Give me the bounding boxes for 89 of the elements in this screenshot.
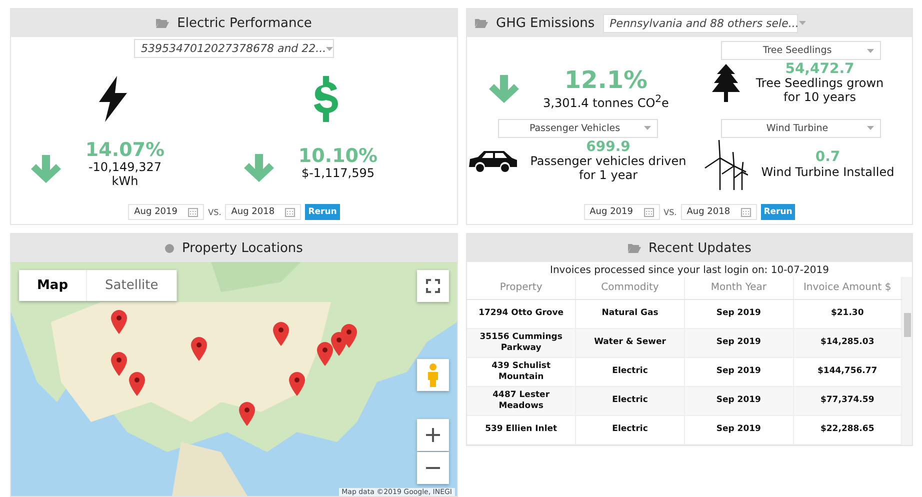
vs-label: VS. — [208, 208, 222, 216]
calendar-icon — [285, 208, 296, 216]
column-header: Property — [467, 277, 576, 299]
caret-icon — [866, 48, 874, 52]
table-cell: Sep 2019 — [684, 386, 794, 415]
vs-label: VS. — [664, 208, 677, 216]
calendar-icon — [740, 208, 751, 216]
minus-icon — [426, 467, 440, 469]
metric-value: $-1,117,595 — [300, 166, 376, 180]
date-field[interactable]: Aug 2019 — [128, 204, 204, 220]
map-type-tab[interactable]: Map — [19, 270, 88, 301]
person-icon — [427, 363, 439, 387]
map-pin-icon[interactable] — [273, 322, 289, 346]
equivalent-caption: Tree Seedlings grown for 10 years — [754, 77, 885, 105]
table-cell: Sep 2019 — [684, 357, 794, 386]
table-cell: Natural Gas — [576, 299, 684, 328]
table-cell: $14,285.03 — [793, 328, 902, 357]
table-cell: 539 Ellien Inlet — [467, 415, 576, 444]
folder-icon — [628, 243, 641, 253]
calendar-icon — [188, 208, 198, 216]
equivalent-caption: Passenger vehicles driven for 1 year — [529, 155, 688, 183]
table-cell: Electric — [576, 386, 684, 415]
table-cell: Electric — [576, 415, 684, 444]
dollar-icon — [312, 76, 338, 122]
map-pin-icon[interactable] — [111, 352, 127, 376]
property-select[interactable]: 5395347012027378678 and 22... — [134, 39, 334, 58]
table-cell: $21.30 — [793, 299, 902, 328]
table-cell: $144,756.77 — [793, 357, 902, 386]
percent-change: 12.1% — [564, 67, 648, 94]
map-pin-icon[interactable] — [239, 402, 255, 426]
down-arrow-icon — [489, 74, 519, 103]
down-arrow-icon — [244, 154, 274, 182]
table-cell: Sep 2019 — [684, 415, 794, 444]
folder-icon — [156, 18, 170, 28]
table-cell: 35156 Cummings Parkway — [467, 328, 576, 357]
table-cell: Water & Sewer — [576, 328, 684, 357]
panel-title: Electric Performance — [177, 16, 312, 30]
equivalent-select[interactable]: Tree Seedlings — [720, 41, 881, 60]
panel-title: Recent Updates — [648, 240, 752, 256]
column-header: Invoice Amount $ — [793, 277, 902, 299]
calendar-icon — [644, 208, 654, 216]
percent-change: 14.07% — [85, 140, 165, 161]
wind-turbine-icon — [704, 140, 748, 190]
date-field[interactable]: Aug 2018 — [225, 204, 302, 220]
equivalent-select[interactable]: Passenger Vehicles — [498, 118, 658, 138]
updates-subtitle: Invoices processed since your last login on: 10-07-2019 — [549, 264, 830, 277]
metric-value: -10,149,327 kWh — [87, 160, 163, 188]
map-pin-icon[interactable] — [129, 372, 145, 396]
table-cell: $22,288.65 — [793, 415, 902, 444]
emissions-value: 3,301.4 tonnes CO$^{2}$e — [543, 94, 669, 111]
date-field[interactable]: Aug 2019 — [584, 204, 660, 220]
table-cell: Sep 2019 — [684, 299, 794, 328]
fullscreen-button[interactable] — [417, 270, 449, 302]
zoom-out-button[interactable] — [417, 452, 449, 484]
equivalent-value: 699.9 — [586, 140, 630, 156]
caret-icon — [866, 126, 874, 130]
equivalent-value: 54,472.7 — [785, 62, 854, 78]
map-pin-icon[interactable] — [289, 372, 305, 396]
table-cell: 4487 Lester Meadows — [467, 386, 576, 415]
column-header: Month Year — [684, 277, 794, 299]
scrollbar[interactable] — [902, 277, 912, 444]
map-pin-icon[interactable] — [111, 310, 127, 334]
zoom-in-button[interactable] — [417, 419, 449, 451]
lightning-icon — [96, 76, 128, 122]
table-cell: Electric — [576, 357, 684, 386]
table-cell: 439 Schulist Mountain — [467, 357, 576, 386]
percent-change: 10.10% — [298, 146, 378, 167]
column-header: Commodity — [576, 277, 684, 299]
map-type-tab[interactable]: Satellite — [87, 270, 178, 301]
caret-icon — [326, 46, 334, 50]
table-cell: $77,374.59 — [793, 386, 902, 415]
tree-icon — [712, 64, 740, 102]
date-field[interactable]: Aug 2018 — [680, 204, 757, 220]
table-cell: 17294 Otto Grove — [467, 299, 576, 328]
table-cell: Sep 2019 — [684, 328, 794, 357]
folder-icon — [475, 18, 488, 28]
plus-icon — [426, 428, 440, 442]
map-pin-icon[interactable] — [317, 342, 333, 366]
panel-title: GHG Emissions — [496, 16, 595, 30]
caret-icon — [644, 126, 652, 130]
fullscreen-icon — [426, 279, 440, 293]
equivalent-select[interactable]: Wind Turbine — [720, 118, 881, 138]
equivalent-value: 0.7 — [815, 150, 840, 166]
panel-title: Property Locations — [182, 240, 303, 256]
caret-icon — [798, 21, 806, 25]
map-pin-icon[interactable] — [191, 337, 207, 361]
down-arrow-icon — [31, 155, 61, 184]
map-pin-icon[interactable] — [341, 324, 357, 348]
equivalent-caption: Wind Turbine Installed — [760, 166, 896, 180]
